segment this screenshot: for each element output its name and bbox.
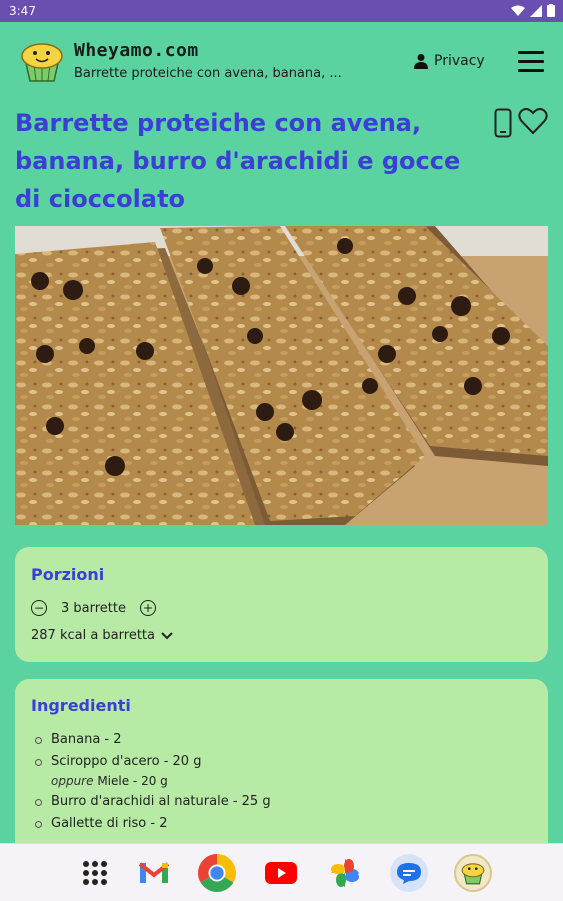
chrome-icon[interactable] xyxy=(198,854,236,892)
recipe-title: Barrette proteiche con avena, banana, bu… xyxy=(15,109,461,213)
wheyamo-logo[interactable] xyxy=(18,39,66,83)
servings-heading: Porzioni xyxy=(31,565,105,584)
alt-prefix: oppure xyxy=(51,774,94,788)
apps-grid-icon[interactable] xyxy=(76,854,114,892)
kcal-toggle[interactable]: 287 kcal a barretta xyxy=(31,628,173,643)
gmail-icon[interactable] xyxy=(135,854,173,892)
privacy-link[interactable]: Privacy xyxy=(413,53,485,69)
status-bar: 3:47 xyxy=(0,0,563,22)
ingredients-list: Banana - 2 Sciroppo d'acero - 20 g oppur… xyxy=(35,729,271,835)
recipe-photo xyxy=(15,226,548,525)
phone-icon[interactable] xyxy=(494,108,512,138)
chevron-down-icon xyxy=(161,631,173,639)
youtube-icon[interactable] xyxy=(262,854,300,892)
alt-text: Miele - 20 g xyxy=(97,774,168,788)
kcal-value: 287 kcal a barretta xyxy=(31,628,155,643)
ingredients-card: Ingredienti Banana - 2 Sciroppo d'acero … xyxy=(15,679,548,859)
person-icon xyxy=(414,54,428,69)
list-item: Sciroppo d'acero - 20 g xyxy=(35,751,271,773)
photos-icon[interactable] xyxy=(326,854,364,892)
increase-servings-button[interactable]: + xyxy=(140,600,156,616)
status-time: 3:47 xyxy=(9,4,36,18)
servings-count: 3 barrette xyxy=(61,600,126,616)
app-header: Wheyamo.com Barrette proteiche con avena… xyxy=(0,22,563,100)
privacy-label: Privacy xyxy=(434,53,485,69)
battery-icon xyxy=(547,4,555,17)
servings-card: Porzioni − 3 barrette + 287 kcal a barre… xyxy=(15,547,548,662)
menu-hamburger-icon[interactable] xyxy=(518,51,546,73)
heart-icon[interactable] xyxy=(518,107,548,135)
list-item: Burro d'arachidi al naturale - 25 g xyxy=(35,791,271,813)
wheyamo-app-icon[interactable] xyxy=(454,854,492,892)
list-item: Gallette di riso - 2 xyxy=(35,813,271,835)
list-item: Banana - 2 xyxy=(35,729,271,751)
site-title[interactable]: Wheyamo.com xyxy=(74,40,199,61)
ingredient-alternative: oppure Miele - 20 g xyxy=(35,773,271,791)
ingredients-heading: Ingredienti xyxy=(31,696,131,715)
messages-icon[interactable] xyxy=(390,854,428,892)
wifi-icon xyxy=(511,5,525,16)
decrease-servings-button[interactable]: − xyxy=(31,600,47,616)
system-dock xyxy=(0,843,563,901)
page-subtitle: Barrette proteiche con avena, banana, ..… xyxy=(74,66,342,81)
signal-icon xyxy=(530,4,542,17)
